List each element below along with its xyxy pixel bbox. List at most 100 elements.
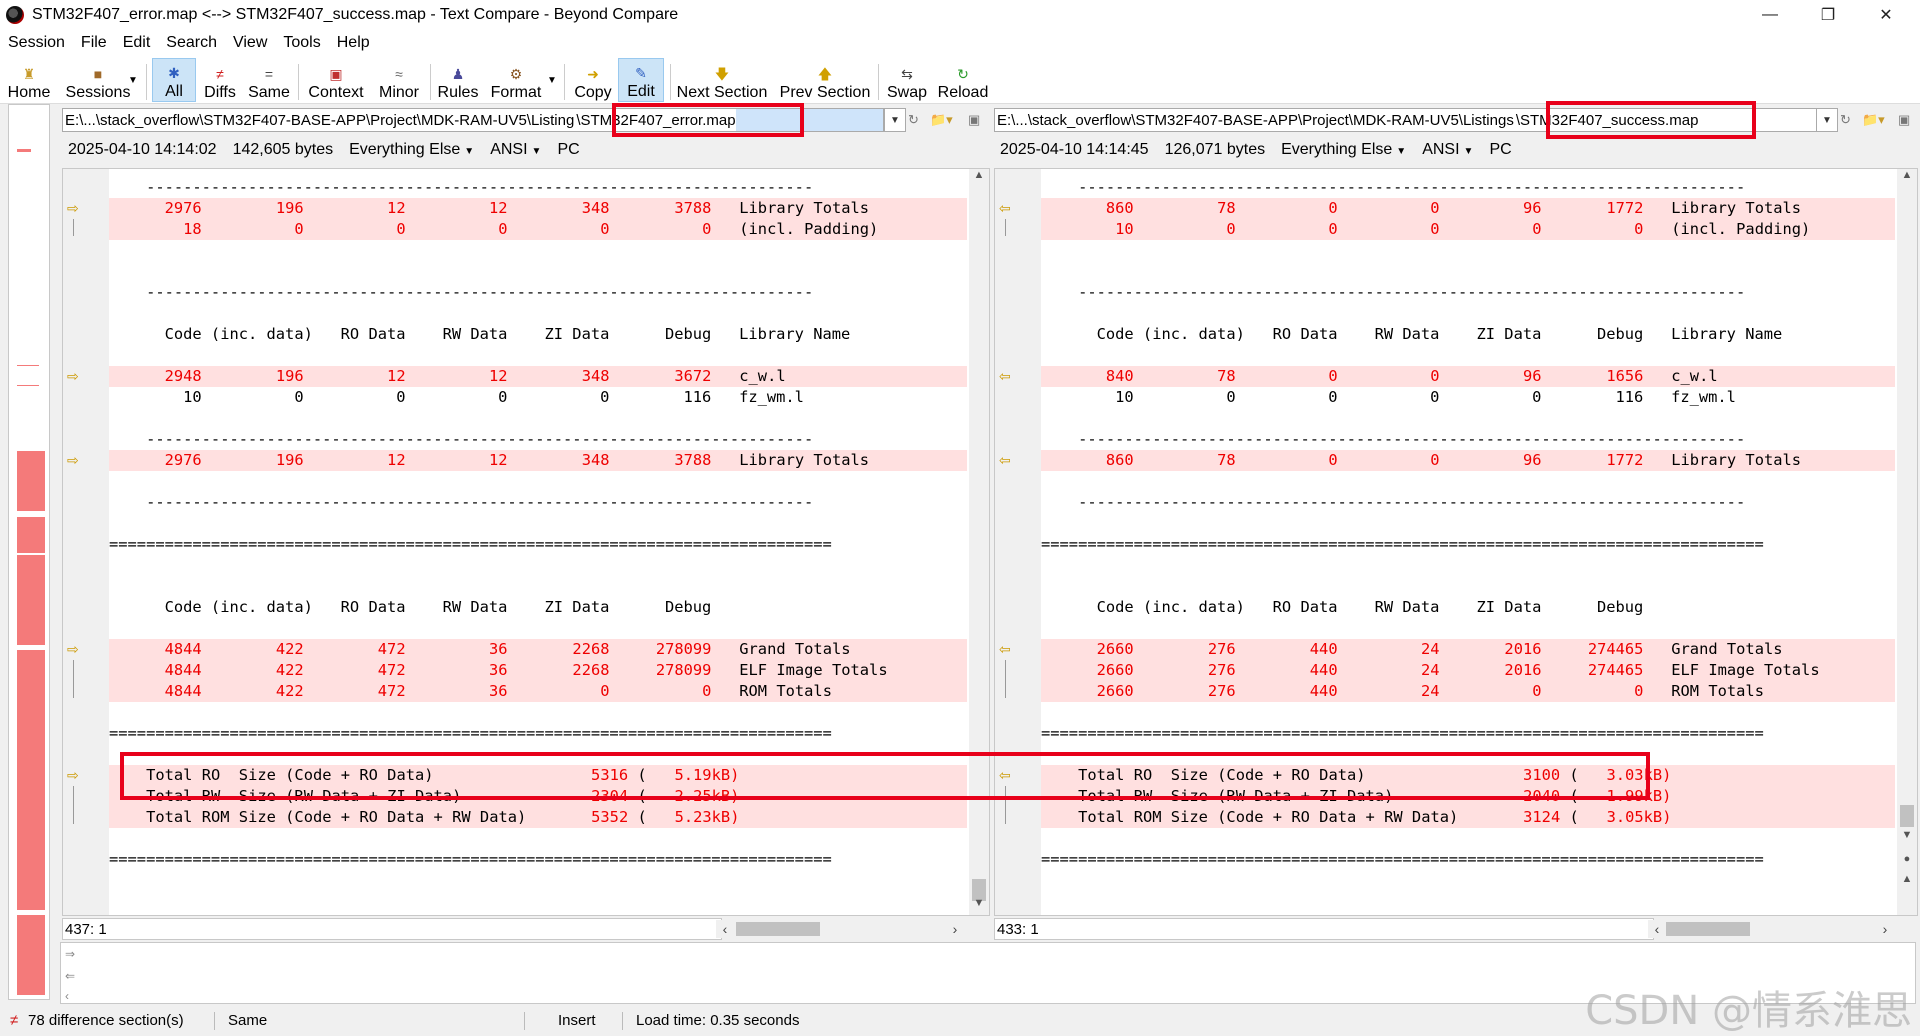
prev-diff-icon[interactable]: ▲ bbox=[1897, 873, 1917, 891]
text-line[interactable] bbox=[1041, 702, 1895, 723]
menu-search[interactable]: Search bbox=[158, 34, 225, 52]
context-button[interactable]: ▣ Context bbox=[304, 58, 368, 102]
minor-button[interactable]: ≈ Minor bbox=[374, 58, 424, 102]
left-folder-icon[interactable]: 📁▾ bbox=[930, 110, 953, 130]
text-line[interactable] bbox=[1041, 828, 1895, 849]
left-filter-dropdown[interactable]: Everything Else ▼ bbox=[349, 141, 474, 159]
text-line[interactable] bbox=[1041, 618, 1895, 639]
menu-edit[interactable]: Edit bbox=[115, 34, 159, 52]
diff-line[interactable]: 4844 422 472 36 2268 278099 Grand Totals bbox=[109, 639, 967, 660]
reload-button[interactable]: ↻ Reload bbox=[934, 58, 992, 102]
text-line[interactable]: ========================================… bbox=[109, 723, 967, 744]
text-line[interactable]: 10 0 0 0 0 116 fz_wm.l bbox=[109, 387, 967, 408]
right-encoding-dropdown[interactable]: ANSI ▼ bbox=[1422, 141, 1473, 159]
copy-arrow-icon[interactable]: ⇨ bbox=[67, 639, 79, 660]
copy-arrow-icon[interactable]: ⇦ bbox=[999, 450, 1011, 471]
copy-arrow-icon[interactable]: ⇨ bbox=[67, 366, 79, 387]
copy-arrow-icon[interactable]: ⇨ bbox=[67, 765, 79, 786]
text-line[interactable]: ----------------------------------------… bbox=[109, 177, 967, 198]
right-hscroll-thumb[interactable] bbox=[1666, 922, 1750, 936]
right-save-icon[interactable]: ▣ bbox=[1898, 110, 1910, 130]
diff-line[interactable]: 18 0 0 0 0 0 (incl. Padding) bbox=[109, 219, 967, 240]
left-horizontal-scrollbar[interactable]: ‹ › bbox=[716, 920, 966, 938]
diff-line[interactable]: 860 78 0 0 96 1772 Library Totals bbox=[1041, 198, 1895, 219]
diff-line[interactable]: 2660 276 440 24 2016 274465 ELF Image To… bbox=[1041, 660, 1895, 681]
diff-line[interactable]: 840 78 0 0 96 1656 c_w.l bbox=[1041, 366, 1895, 387]
text-line[interactable]: ========================================… bbox=[1041, 849, 1895, 870]
format-dropdown-icon[interactable]: ▼ bbox=[546, 58, 558, 102]
scroll-down-icon[interactable]: ▼ bbox=[969, 897, 989, 915]
text-line[interactable] bbox=[1041, 303, 1895, 324]
right-code-area[interactable]: ----------------------------------------… bbox=[1041, 169, 1895, 915]
minimize-icon[interactable]: — bbox=[1742, 0, 1798, 30]
format-button[interactable]: ⚙ Format bbox=[486, 58, 546, 102]
scroll-right-icon[interactable]: › bbox=[1876, 920, 1894, 938]
text-line[interactable] bbox=[1041, 471, 1895, 492]
next-diff-icon[interactable]: ● bbox=[1897, 853, 1917, 871]
text-line[interactable] bbox=[109, 471, 967, 492]
restore-icon[interactable]: ❐ bbox=[1800, 0, 1856, 30]
right-vertical-scrollbar[interactable]: ▲ ▼ ● ▲ bbox=[1897, 169, 1917, 915]
text-line[interactable] bbox=[109, 240, 967, 261]
menu-tools[interactable]: Tools bbox=[275, 34, 328, 52]
rules-button[interactable]: ♟ Rules bbox=[436, 58, 480, 102]
left-vertical-scrollbar[interactable]: ▲ ▼ bbox=[969, 169, 989, 915]
text-line[interactable] bbox=[109, 828, 967, 849]
menu-view[interactable]: View bbox=[225, 34, 275, 52]
right-folder-icon[interactable]: 📁▾ bbox=[1862, 110, 1885, 130]
scroll-left-icon[interactable]: ‹ bbox=[716, 920, 734, 938]
copy-arrow-icon[interactable]: ⇦ bbox=[999, 198, 1011, 219]
text-line[interactable] bbox=[109, 555, 967, 576]
copy-arrow-icon[interactable]: ⇦ bbox=[999, 366, 1011, 387]
diff-line[interactable]: 860 78 0 0 96 1772 Library Totals bbox=[1041, 450, 1895, 471]
text-line[interactable] bbox=[109, 618, 967, 639]
text-line[interactable]: ----------------------------------------… bbox=[1041, 492, 1895, 513]
left-code-area[interactable]: ----------------------------------------… bbox=[109, 169, 967, 915]
diff-line[interactable]: 10 0 0 0 0 0 (incl. Padding) bbox=[1041, 219, 1895, 240]
left-text-pane[interactable]: ⇨ ⇨ ⇨ ⇨ ⇨ ----------------------------------… bbox=[62, 168, 990, 916]
diff-line[interactable]: 2660 276 440 24 2016 274465 Grand Totals bbox=[1041, 639, 1895, 660]
sessions-dropdown-icon[interactable]: ▼ bbox=[128, 58, 138, 102]
copy-arrow-icon[interactable]: ⇨ bbox=[67, 450, 79, 471]
diff-line[interactable]: 2948 196 12 12 348 3672 c_w.l bbox=[109, 366, 967, 387]
swap-button[interactable]: ⇆ Swap bbox=[884, 58, 930, 102]
diff-line[interactable]: 4844 422 472 36 2268 278099 ELF Image To… bbox=[109, 660, 967, 681]
next-section-button[interactable]: 🡇 Next Section bbox=[674, 58, 770, 102]
text-line[interactable]: ========================================… bbox=[109, 849, 967, 870]
text-line[interactable] bbox=[109, 261, 967, 282]
text-line[interactable] bbox=[1041, 513, 1895, 534]
left-path-dropdown-icon[interactable]: ▼ bbox=[884, 108, 906, 132]
sessions-button[interactable]: ■ Sessions bbox=[62, 58, 134, 102]
scroll-up-icon[interactable]: ▲ bbox=[1897, 169, 1917, 187]
text-line[interactable] bbox=[1041, 261, 1895, 282]
menu-file[interactable]: File bbox=[73, 34, 115, 52]
text-line[interactable]: Code (inc. data) RO Data RW Data ZI Data… bbox=[1041, 324, 1895, 345]
copy-button[interactable]: ➜ Copy bbox=[570, 58, 616, 102]
diff-line[interactable]: 2660 276 440 24 0 0 ROM Totals bbox=[1041, 681, 1895, 702]
menu-session[interactable]: Session bbox=[0, 34, 73, 52]
left-back-icon[interactable]: ↻ bbox=[908, 110, 919, 130]
right-back-icon[interactable]: ↻ bbox=[1840, 110, 1851, 130]
text-line[interactable]: Code (inc. data) RO Data RW Data ZI Data… bbox=[109, 597, 967, 618]
right-path-dropdown-icon[interactable]: ▼ bbox=[1816, 108, 1838, 132]
right-filter-dropdown[interactable]: Everything Else ▼ bbox=[1281, 141, 1406, 159]
text-line[interactable]: ----------------------------------------… bbox=[109, 429, 967, 450]
left-encoding-dropdown[interactable]: ANSI ▼ bbox=[490, 141, 541, 159]
right-scroll-thumb[interactable] bbox=[1900, 805, 1914, 827]
scroll-down-icon[interactable]: ▼ bbox=[1897, 829, 1917, 847]
text-line[interactable] bbox=[109, 345, 967, 366]
home-button[interactable]: ♜ Home bbox=[6, 58, 52, 102]
text-line[interactable]: 10 0 0 0 0 116 fz_wm.l bbox=[1041, 387, 1895, 408]
scroll-left-icon[interactable]: ‹ bbox=[1648, 920, 1666, 938]
text-line[interactable]: ========================================… bbox=[109, 534, 967, 555]
edit-button[interactable]: ✎ Edit bbox=[618, 58, 664, 102]
text-line[interactable]: Code (inc. data) RO Data RW Data ZI Data… bbox=[109, 324, 967, 345]
copy-arrow-icon[interactable]: ⇦ bbox=[999, 639, 1011, 660]
text-line[interactable]: Code (inc. data) RO Data RW Data ZI Data… bbox=[1041, 597, 1895, 618]
diff-line[interactable]: 2976 196 12 12 348 3788 Library Totals bbox=[109, 450, 967, 471]
left-hscroll-thumb[interactable] bbox=[736, 922, 820, 936]
diff-line[interactable]: 4844 422 472 36 0 0 ROM Totals bbox=[109, 681, 967, 702]
text-line[interactable]: ========================================… bbox=[1041, 723, 1895, 744]
text-line[interactable] bbox=[109, 576, 967, 597]
right-lineend[interactable]: PC bbox=[1489, 141, 1511, 159]
